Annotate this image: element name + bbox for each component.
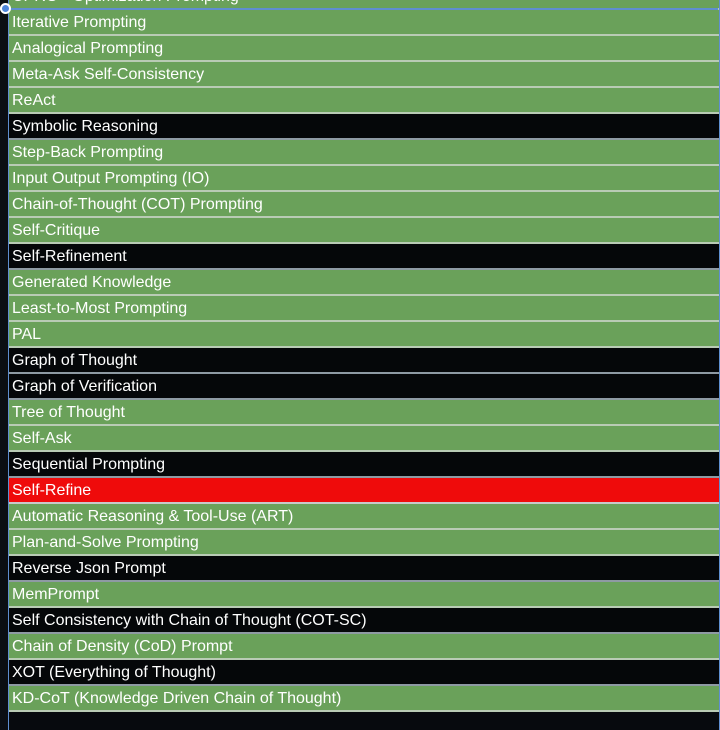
list-item[interactable]: Iterative Prompting — [9, 10, 719, 36]
list-item[interactable]: Analogical Prompting — [9, 36, 719, 62]
list-item[interactable]: Graph of Thought — [9, 348, 719, 374]
list-item[interactable]: Symbolic Reasoning — [9, 114, 719, 140]
technique-list: CPRO - Optimization PromptingIterative P… — [8, 0, 720, 712]
resize-handle[interactable] — [0, 3, 11, 14]
list-item[interactable]: Self-Ask — [9, 426, 719, 452]
list-item[interactable]: KD-CoT (Knowledge Driven Chain of Though… — [9, 686, 719, 712]
list-item[interactable]: Plan-and-Solve Prompting — [9, 530, 719, 556]
list-item[interactable]: Meta-Ask Self-Consistency — [9, 62, 719, 88]
list-item[interactable]: Self-Critique — [9, 218, 719, 244]
list-item[interactable]: Generated Knowledge — [9, 270, 719, 296]
list-item[interactable]: Self-Refinement — [9, 244, 719, 270]
list-item[interactable]: Input Output Prompting (IO) — [9, 166, 719, 192]
list-item[interactable]: Step-Back Prompting — [9, 140, 719, 166]
list-item[interactable]: Reverse Json Prompt — [9, 556, 719, 582]
list-empty-area — [8, 712, 720, 730]
list-item[interactable]: Sequential Prompting — [9, 452, 719, 478]
list-item[interactable]: PAL — [9, 322, 719, 348]
list-item[interactable]: Self-Refine — [9, 478, 719, 504]
list-item[interactable]: Automatic Reasoning & Tool-Use (ART) — [9, 504, 719, 530]
list-item[interactable]: XOT (Everything of Thought) — [9, 660, 719, 686]
list-item[interactable]: Self Consistency with Chain of Thought (… — [9, 608, 719, 634]
list-item[interactable]: Graph of Verification — [9, 374, 719, 400]
list-item[interactable]: Least-to-Most Prompting — [9, 296, 719, 322]
list-item[interactable]: Tree of Thought — [9, 400, 719, 426]
selection-outline — [0, 8, 718, 10]
list-item[interactable]: Chain-of-Thought (COT) Prompting — [9, 192, 719, 218]
list-item[interactable]: Chain of Density (CoD) Prompt — [9, 634, 719, 660]
list-item[interactable]: MemPrompt — [9, 582, 719, 608]
list-item[interactable]: ReAct — [9, 88, 719, 114]
